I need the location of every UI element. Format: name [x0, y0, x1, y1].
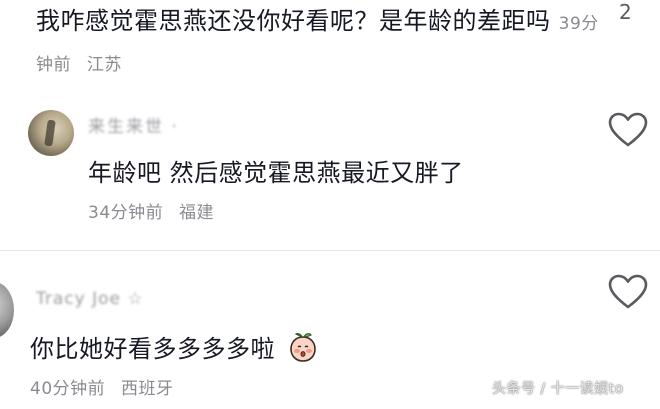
reply-username[interactable]: 来生来世 ·: [88, 112, 179, 137]
heart-outline-icon[interactable]: [608, 274, 648, 310]
comment-2-location: 西班牙: [121, 379, 174, 399]
reply-avatar[interactable]: [28, 110, 74, 156]
comment-2-text: 你比她好看多多多多啦: [30, 335, 275, 363]
reply-time: 34分钟前: [88, 203, 164, 223]
comment-2: 你比她好看多多多多啦: [30, 330, 319, 368]
comment-divider: [0, 250, 660, 251]
heart-outline-icon[interactable]: [608, 112, 648, 148]
reply-meta: 34分钟前 福建: [88, 198, 214, 223]
comment-1: 我咋感觉霍思燕还没你好看呢？是年龄的差距吗 39分钟前 江苏: [36, 2, 616, 84]
comment-2-time: 40分钟前: [30, 379, 106, 399]
reply-location: 福建: [179, 203, 215, 223]
reply-text: 年龄吧 然后感觉霍思燕最近又胖了: [88, 159, 464, 187]
peach-emoji-icon: [287, 331, 319, 363]
comment-2-avatar[interactable]: [0, 282, 14, 338]
comment-1-like-count: 2: [619, 0, 632, 24]
comment-2-meta: 40分钟前 西班牙: [30, 374, 174, 399]
comment-1-text: 我咋感觉霍思燕还没你好看呢？是年龄的差距吗: [36, 7, 551, 35]
comment-1-location: 江苏: [86, 55, 122, 75]
watermark: 头条号 / 十一读娱to: [492, 381, 624, 397]
comment-2-username[interactable]: Tracy Joe ☆: [36, 289, 144, 309]
heart-outline-icon: [608, 274, 648, 309]
heart-outline-icon: [608, 112, 648, 147]
